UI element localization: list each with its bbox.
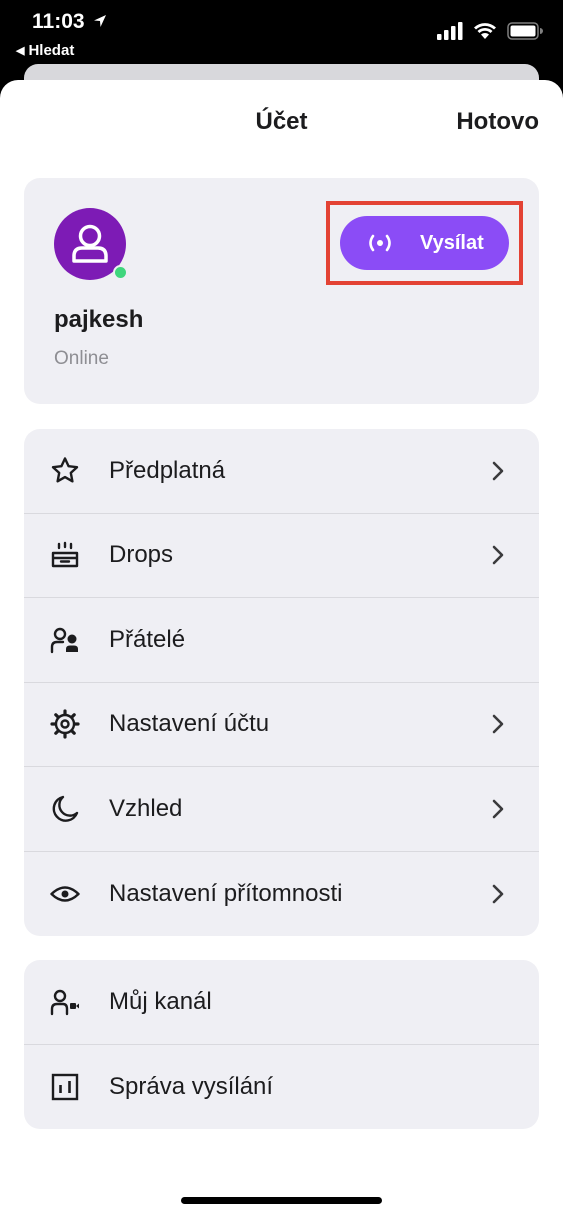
online-status-dot	[113, 265, 128, 280]
location-arrow-icon	[94, 15, 106, 27]
eye-icon	[50, 886, 80, 902]
chevron-right-icon	[492, 714, 504, 734]
chevron-right-icon	[492, 461, 504, 481]
friends-icon	[50, 627, 78, 653]
chevron-right-icon	[492, 799, 504, 819]
presence-status: Online	[54, 348, 109, 369]
menu-item-friends[interactable]: Přátelé	[24, 598, 539, 683]
gear-icon	[50, 709, 80, 739]
broadcast-button[interactable]: Vysílat	[340, 216, 509, 270]
star-icon	[51, 457, 79, 483]
menu-item-label: Přátelé	[109, 625, 186, 653]
menu-item-account-settings[interactable]: Nastavení účtu	[24, 683, 539, 767]
chevron-right-icon	[492, 884, 504, 904]
menu-item-label: Předplatná	[109, 456, 226, 484]
channel-icon	[50, 989, 79, 1015]
menu-item-appearance[interactable]: Vzhled	[24, 767, 539, 852]
broadcast-label: Vysílat	[420, 231, 484, 254]
back-to-app-link[interactable]: ◀ Hledat	[16, 42, 74, 59]
menu-item-presence-settings[interactable]: Nastavení přítomnosti	[24, 852, 539, 937]
system-icons	[437, 22, 543, 40]
menu-item-label: Správa vysílání	[109, 1072, 274, 1100]
back-triangle-icon: ◀	[16, 45, 25, 57]
moon-icon	[52, 795, 79, 822]
cellular-signal-icon	[437, 22, 463, 40]
drops-icon	[51, 542, 79, 568]
battery-icon	[507, 22, 543, 40]
menu-item-label: Vzhled	[109, 794, 183, 822]
done-button[interactable]: Hotovo	[456, 108, 539, 136]
menu-item-label: Drops	[109, 541, 174, 569]
home-indicator[interactable]	[181, 1197, 382, 1204]
menu-secondary: Můj kanál Správa vysílání	[24, 960, 539, 1129]
wifi-icon	[474, 23, 496, 39]
menu-item-stream-manager[interactable]: Správa vysílání	[24, 1045, 539, 1130]
broadcast-icon	[369, 234, 391, 252]
chevron-right-icon	[492, 545, 504, 565]
back-app-label: Hledat	[28, 42, 75, 59]
stream-manager-icon	[51, 1073, 79, 1100]
menu-item-my-channel[interactable]: Můj kanál	[24, 960, 539, 1045]
menu-item-label: Můj kanál	[109, 987, 212, 1015]
username: pajkesh	[54, 306, 144, 333]
menu-primary: Předplatná Drops Přátelé Nastavení účtu …	[24, 429, 539, 936]
menu-item-label: Nastavení přítomnosti	[109, 879, 343, 907]
menu-item-drops[interactable]: Drops	[24, 514, 539, 598]
clock: 11:03	[32, 10, 85, 33]
status-bar: 11:03 ◀ Hledat	[0, 0, 563, 62]
menu-item-subscriptions[interactable]: Předplatná	[24, 429, 539, 514]
menu-item-label: Nastavení účtu	[109, 710, 270, 738]
